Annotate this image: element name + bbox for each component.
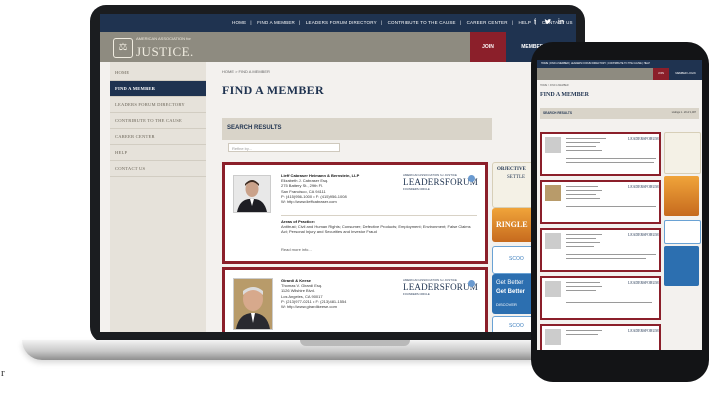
divider xyxy=(281,215,477,216)
sidebar-item-help[interactable]: HELP xyxy=(110,145,206,161)
attorney-photo xyxy=(545,137,561,153)
website-link[interactable]: W: http://www.girardikeese.com xyxy=(281,304,346,309)
twitter-icon[interactable] xyxy=(543,18,553,28)
phone-ad[interactable] xyxy=(664,246,699,286)
sidebar-item-contribute[interactable]: CONTRIBUTE TO THE CAUSE xyxy=(110,113,206,129)
laptop-notch xyxy=(300,340,410,346)
website-link[interactable]: W: http://www.lieffcabraser.com xyxy=(281,199,359,204)
nav-home[interactable]: HOME xyxy=(232,20,246,25)
attorney-photo xyxy=(233,278,273,330)
nav-find-a-member[interactable]: FIND A MEMBER xyxy=(257,20,295,25)
phone-join-button[interactable]: JOIN xyxy=(653,68,669,80)
badge-icon xyxy=(468,280,475,287)
refine-dropdown[interactable]: Refine by... xyxy=(228,143,340,152)
phone-page-title: FIND A MEMBER xyxy=(540,92,590,98)
sidebar-item-find-a-member[interactable]: FIND A MEMBER xyxy=(110,81,206,97)
join-button[interactable]: JOIN xyxy=(470,32,506,62)
phone-member-login-button[interactable]: MEMBER LOGIN xyxy=(669,68,702,80)
leaders-forum-logo: AMERICAN ASSOCIATION for JUSTICE LEADERS… xyxy=(403,173,478,191)
sidebar-item-leaders-forum[interactable]: LEADERS FORUM DIRECTORY xyxy=(110,97,206,113)
sidebar-item-career-center[interactable]: CAREER CENTER xyxy=(110,129,206,145)
result-contact: Girardi & Keese Thomas V. Girardi Esq. 1… xyxy=(281,278,346,309)
nav-leaders-forum[interactable]: LEADERS FORUM DIRECTORY xyxy=(306,20,377,25)
top-navigation: HOME | FIND A MEMBER | LEADERS FORUM DIREC… xyxy=(100,14,576,32)
page-title: FIND A MEMBER xyxy=(222,83,324,97)
phone-screen: HOME | FIND A MEMBER | LEADERS FORUM DIR… xyxy=(537,60,702,350)
footer-text: r xyxy=(1,367,5,379)
phone-result-card[interactable]: LEADERSFORUM xyxy=(540,132,661,176)
attorney-photo xyxy=(545,185,561,201)
sidebar-item-contact-us[interactable]: CONTACT US xyxy=(110,161,206,177)
attorney-photo xyxy=(233,175,271,213)
phone-ad[interactable] xyxy=(664,132,701,174)
sidebar: HOME FIND A MEMBER LEADERS FORUM DIRECTO… xyxy=(110,62,206,332)
result-contact: Lieff Cabraser Heimann & Bernstein, LLP … xyxy=(281,173,359,204)
attorney-photo xyxy=(545,233,561,249)
phone-result-card[interactable]: LEADERSFORUM xyxy=(540,276,661,320)
sidebar-item-home[interactable]: HOME xyxy=(110,65,206,81)
result-card[interactable]: Girardi & Keese Thomas V. Girardi Esq. 1… xyxy=(222,267,488,332)
badge-icon xyxy=(468,175,475,182)
leaders-forum-logo: AMERICAN ASSOCIATION for JUSTICE LEADERS… xyxy=(403,278,478,296)
phone-top-nav: HOME | FIND A MEMBER | LEADERS FORUM DIR… xyxy=(537,60,702,68)
phone-results-header: SEARCH RESULTS Listings 1 - 20 of 1,007 xyxy=(540,108,699,119)
attorney-photo xyxy=(545,281,561,297)
scales-icon: ⚖ xyxy=(113,38,133,58)
areas-of-practice: Areas of Practice: Antitrust; Civil and … xyxy=(281,219,471,235)
results-header: SEARCH RESULTS xyxy=(222,118,492,140)
phone-result-card[interactable]: LEADERSFORUM xyxy=(540,180,661,224)
phone-ad[interactable] xyxy=(664,176,699,216)
result-card[interactable]: Lieff Cabraser Heimann & Bernstein, LLP … xyxy=(222,162,488,264)
site-logo[interactable]: ⚖ AMERICAN ASSOCIATION for JUSTICE. xyxy=(113,36,233,59)
nav-career-center[interactable]: CAREER CENTER xyxy=(467,20,508,25)
attorney-photo xyxy=(545,329,561,345)
phone-result-card[interactable]: LEADERSFORUM xyxy=(540,228,661,272)
phone-ad[interactable] xyxy=(664,220,701,244)
facebook-icon[interactable]: f xyxy=(530,18,540,28)
read-more-link[interactable]: Read more info... xyxy=(281,247,312,252)
phone-breadcrumb[interactable]: HOME > FIND A MEMBER xyxy=(540,84,569,87)
linkedin-icon[interactable]: in xyxy=(556,18,566,28)
results-heading: SEARCH RESULTS xyxy=(227,125,282,131)
nav-contribute[interactable]: CONTRIBUTE TO THE CAUSE xyxy=(388,20,456,25)
breadcrumb[interactable]: HOME > FIND A MEMBER xyxy=(222,69,270,74)
laptop-screen: HOME | FIND A MEMBER | LEADERS FORUM DIREC… xyxy=(100,14,576,332)
phone-result-card[interactable]: LEADERSFORUM xyxy=(540,324,661,350)
